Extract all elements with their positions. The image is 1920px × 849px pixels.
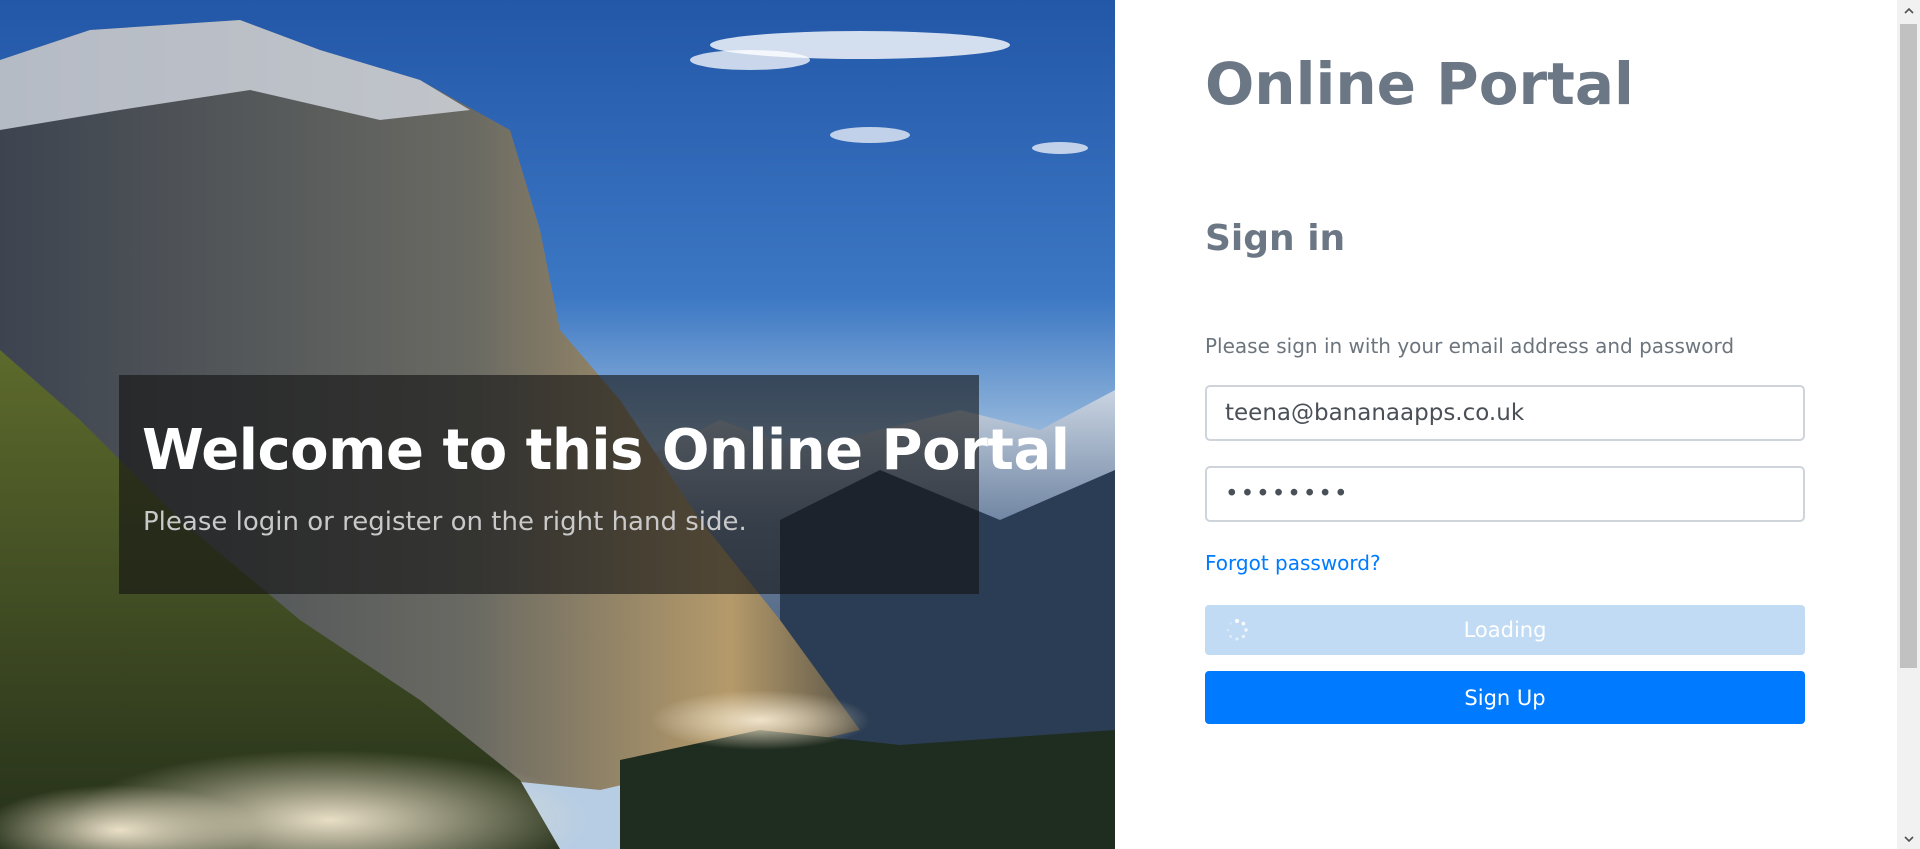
hero-panel: Welcome to this Online Portal Please log… [0, 0, 1115, 849]
loading-spinner-icon [1226, 619, 1248, 641]
portal-brand-title: Online Portal [1205, 50, 1634, 118]
signup-button[interactable]: Sign Up [1205, 671, 1805, 724]
welcome-subtitle: Please login or register on the right ha… [143, 507, 747, 537]
signin-loading-button[interactable]: Loading [1205, 605, 1805, 655]
forgot-password-link[interactable]: Forgot password? [1205, 551, 1381, 575]
welcome-title: Welcome to this Online Portal [142, 418, 1070, 483]
vertical-scrollbar[interactable] [1897, 0, 1920, 849]
loading-button-label: Loading [1463, 618, 1547, 642]
scrollbar-thumb[interactable] [1900, 24, 1917, 668]
signup-button-label: Sign Up [1464, 685, 1546, 710]
signin-panel: Online Portal Sign in Please sign in wit… [1115, 0, 1897, 849]
email-field[interactable] [1205, 385, 1805, 441]
signin-instructions: Please sign in with your email address a… [1205, 334, 1735, 358]
chevron-down-icon [1903, 835, 1914, 842]
welcome-overlay [119, 375, 979, 594]
signin-heading: Sign in [1205, 218, 1346, 259]
scroll-up-button[interactable] [1897, 0, 1920, 20]
login-page: Welcome to this Online Portal Please log… [0, 0, 1920, 849]
password-field[interactable] [1205, 466, 1805, 522]
chevron-up-icon [1903, 7, 1914, 14]
scroll-down-button[interactable] [1897, 829, 1920, 849]
